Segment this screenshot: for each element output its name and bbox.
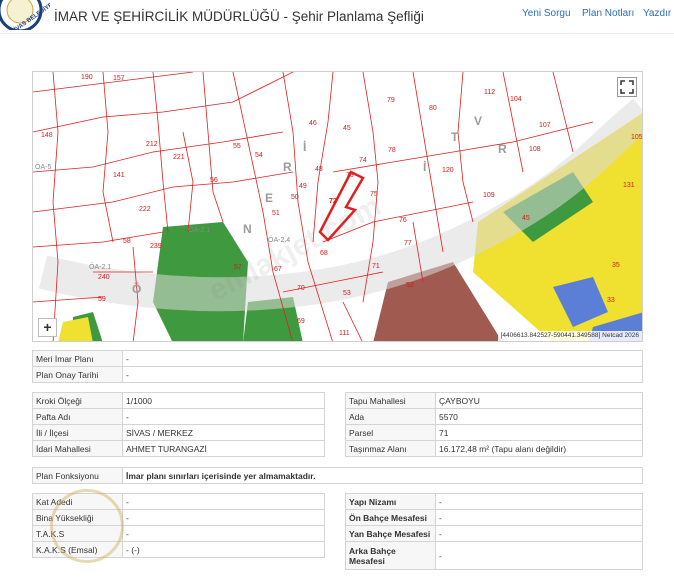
property-area-value: 16.172,48 m² (Tapu alanı değildir) bbox=[435, 440, 643, 457]
scale-value: 1/1000 bbox=[122, 392, 325, 409]
parcel-left-table: Kroki Ölçeği 1/1000 Pafta Adı - İli / İlçe… bbox=[32, 392, 325, 457]
province-district-label: İli / İlçesi bbox=[32, 424, 123, 441]
building-order-value: - bbox=[435, 493, 643, 510]
meri-plan-value: - bbox=[122, 350, 643, 367]
table-row: Ön Bahçe Mesafesi - bbox=[345, 509, 643, 526]
municipality-logo: SİVAS BELEDİYESİ bbox=[0, 0, 50, 30]
scale-label: Kroki Ölçeği bbox=[32, 392, 123, 409]
plan-approval-date-label: Plan Onay Tarihi bbox=[32, 366, 123, 383]
road-letter: N bbox=[243, 222, 252, 236]
table-row: İdari Mahallesi AHMET TURANGAZİ bbox=[32, 440, 325, 457]
table-row: İli / İlçesi SİVAS / MERKEZ bbox=[32, 424, 325, 441]
kaks-value: - (-) bbox=[122, 541, 325, 558]
road-letter: V bbox=[474, 114, 483, 128]
building-order-label: Yapı Nizamı bbox=[345, 493, 436, 510]
table-row: Meri İmar Planı - bbox=[32, 350, 643, 367]
road-letter: Ö bbox=[132, 282, 142, 296]
road-letter: R bbox=[283, 160, 292, 174]
table-row: Yan Bahçe Mesafesi - bbox=[345, 525, 643, 542]
fullscreen-button[interactable] bbox=[617, 77, 637, 97]
parcel-right-table: Tapu Mahallesi ÇAYBOYU Ada 5570 Parsel 71 T… bbox=[345, 392, 643, 457]
table-row: Plan Fonksiyonu İmar planı sınırları içe… bbox=[32, 467, 643, 484]
admin-neighborhood-label: İdari Mahallesi bbox=[32, 440, 123, 457]
parcel-label: Parsel bbox=[345, 424, 436, 441]
province-district-value: SİVAS / MERKEZ bbox=[122, 424, 325, 441]
table-row: Taşınmaz Alanı 16.172,48 m² (Tapu alanı d… bbox=[345, 440, 643, 457]
deed-neighborhood-value: ÇAYBOYU bbox=[435, 392, 643, 409]
plan-function-value: İmar planı sınırları içerisinde yer alma… bbox=[122, 467, 643, 484]
floor-count-value: - bbox=[122, 493, 325, 510]
building-right-table: Yapı Nizamı - Ön Bahçe Mesafesi - Yan Bahç… bbox=[345, 493, 643, 570]
road-letter: T bbox=[451, 130, 459, 144]
front-yard-label: Ön Bahçe Mesafesi bbox=[345, 509, 436, 526]
rear-yard-value: - bbox=[435, 541, 643, 570]
table-row: Yapı Nizamı - bbox=[345, 493, 643, 510]
plan-approval-date-value: - bbox=[122, 366, 643, 383]
table-row: Tapu Mahallesi ÇAYBOYU bbox=[345, 392, 643, 409]
taks-value: - bbox=[122, 525, 325, 542]
side-yard-value: - bbox=[435, 525, 643, 542]
parcel-value: 71 bbox=[435, 424, 643, 441]
page-title: İMAR VE ŞEHİRCİLİK MÜDÜRLÜĞÜ - Şehir Pla… bbox=[54, 9, 424, 24]
road-letter: İ bbox=[303, 140, 307, 154]
sheet-name-value: - bbox=[122, 408, 325, 425]
table-row: Ada 5570 bbox=[345, 408, 643, 425]
print-link[interactable]: Yazdır bbox=[643, 8, 671, 19]
new-query-link[interactable]: Yeni Sorgu bbox=[522, 8, 571, 19]
table-row: Plan Onay Tarihi - bbox=[32, 366, 643, 383]
seal-watermark bbox=[50, 489, 124, 563]
side-yard-label: Yan Bahçe Mesafesi bbox=[345, 525, 436, 542]
fullscreen-icon bbox=[620, 80, 634, 94]
table-row: Kroki Ölçeği 1/1000 bbox=[32, 392, 325, 409]
road-letter: İ bbox=[423, 160, 427, 174]
property-area-label: Taşınmaz Alanı bbox=[345, 440, 436, 457]
admin-neighborhood-value: AHMET TURANGAZİ bbox=[122, 440, 325, 457]
deed-neighborhood-label: Tapu Mahallesi bbox=[345, 392, 436, 409]
block-label: Ada bbox=[345, 408, 436, 425]
zoom-in-button[interactable]: + bbox=[38, 318, 57, 337]
plan-notes-link[interactable]: Plan Notları bbox=[582, 8, 634, 19]
meri-plan-label: Meri İmar Planı bbox=[32, 350, 123, 367]
sheet-name-label: Pafta Adı bbox=[32, 408, 123, 425]
building-height-value: - bbox=[122, 509, 325, 526]
page-header: SİVAS BELEDİYESİ İMAR VE ŞEHİRCİLİK MÜDÜ… bbox=[0, 0, 674, 34]
front-yard-value: - bbox=[435, 509, 643, 526]
table-row: Arka Bahçe Mesafesi - bbox=[345, 541, 643, 570]
table-row: Pafta Adı - bbox=[32, 408, 325, 425]
plan-function-label: Plan Fonksiyonu bbox=[32, 467, 123, 484]
rear-yard-label: Arka Bahçe Mesafesi bbox=[345, 541, 436, 570]
plan-function-table: Plan Fonksiyonu İmar planı sınırları içe… bbox=[32, 467, 643, 484]
map-attribution: [4406613.842527-590441.349588] Netcad 20… bbox=[497, 331, 642, 341]
plan-info-table: Meri İmar Planı - Plan Onay Tarihi - bbox=[32, 350, 643, 383]
table-row: Parsel 71 bbox=[345, 424, 643, 441]
road-letter: R bbox=[498, 142, 507, 156]
block-value: 5570 bbox=[435, 408, 643, 425]
road-letter: E bbox=[265, 191, 274, 205]
